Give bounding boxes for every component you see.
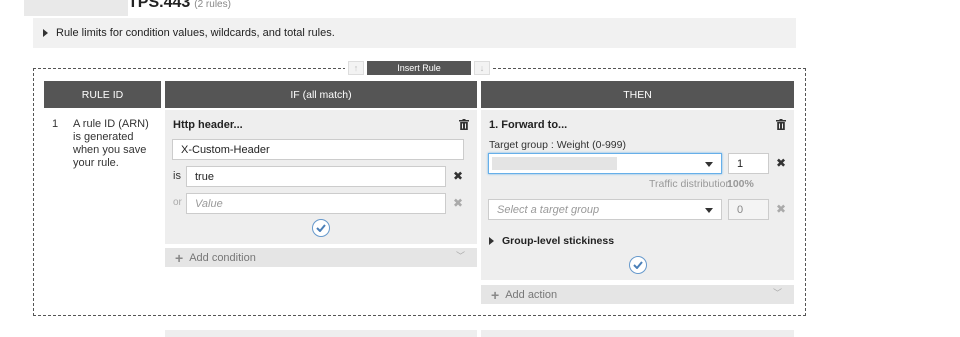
close-icon[interactable]: ✖: [453, 169, 463, 183]
close-icon[interactable]: ✖: [776, 202, 786, 216]
insert-rule-button[interactable]: Insert Rule: [367, 61, 471, 75]
rule-limits-expander[interactable]: Rule limits for condition values, wildca…: [33, 18, 796, 48]
title-name: TPS.443: [128, 0, 191, 11]
header-value-input[interactable]: true: [186, 166, 446, 187]
condition-title: Http header...: [173, 119, 243, 131]
target-group-select-empty[interactable]: Select a target group: [488, 199, 722, 220]
rule-number: 1: [52, 118, 59, 130]
column-header-then: THEN: [481, 81, 794, 108]
target-group-placeholder: Select a target group: [497, 203, 600, 216]
chevron-down-icon: [705, 162, 713, 167]
chevron-down-icon: ﹀: [772, 288, 782, 298]
title-subtitle: (2 rules): [194, 0, 231, 10]
action-panel: [481, 110, 794, 280]
move-up-button[interactable]: ↑: [348, 61, 364, 75]
trash-icon[interactable]: [459, 119, 469, 130]
action-title: 1. Forward to...: [489, 119, 568, 131]
title-placeholder-bar: [24, 0, 128, 16]
move-down-button[interactable]: ↓: [474, 61, 490, 75]
traffic-distribution-label: Traffic distribution: [649, 178, 732, 190]
caret-right-icon: [43, 29, 48, 37]
plus-icon: +: [175, 249, 184, 266]
add-action-label: Add action: [505, 288, 558, 301]
selected-target-group: [492, 157, 617, 170]
page-title: TPS.443 (2 rules): [128, 0, 231, 12]
trash-icon[interactable]: [776, 119, 786, 130]
chevron-down-icon: ﹀: [455, 251, 465, 261]
close-icon[interactable]: ✖: [453, 196, 463, 210]
add-action-button[interactable]: + Add action ﹀: [481, 285, 794, 304]
header-name-input[interactable]: X-Custom-Header: [172, 139, 464, 160]
check-circle-icon[interactable]: [312, 219, 330, 237]
plus-icon: +: [491, 286, 500, 303]
traffic-distribution-value: 100%: [727, 178, 754, 190]
target-group-label: Target group : Weight (0-999): [489, 139, 626, 151]
close-icon[interactable]: ✖: [776, 156, 786, 170]
group-stickiness-label: Group-level stickiness: [502, 235, 615, 247]
column-header-rule-id: RULE ID: [44, 81, 161, 108]
weight-input-empty[interactable]: 0: [728, 199, 769, 220]
target-group-select[interactable]: [488, 153, 722, 174]
insert-rule-toolbar: ↑ Insert Rule ↓: [345, 61, 493, 75]
caret-right-icon: [489, 237, 494, 245]
next-rule-then-strip: [481, 330, 794, 337]
operator-is-label: is: [173, 170, 181, 182]
group-stickiness-expander[interactable]: Group-level stickiness: [489, 235, 614, 247]
add-condition-label: Add condition: [189, 251, 256, 264]
check-circle-icon[interactable]: [629, 256, 647, 274]
add-condition-button[interactable]: + Add condition ﹀: [165, 248, 477, 267]
operator-or-label: or: [173, 197, 182, 208]
next-rule-if-strip: [165, 330, 477, 337]
weight-input[interactable]: 1: [728, 153, 769, 174]
rule-id-description: A rule ID (ARN) is generated when you sa…: [73, 118, 149, 169]
rule-limits-text: Rule limits for condition values, wildca…: [56, 27, 335, 39]
column-header-if: IF (all match): [165, 81, 477, 108]
chevron-down-icon: [705, 208, 713, 213]
header-value-placeholder-input[interactable]: Value: [186, 193, 446, 214]
